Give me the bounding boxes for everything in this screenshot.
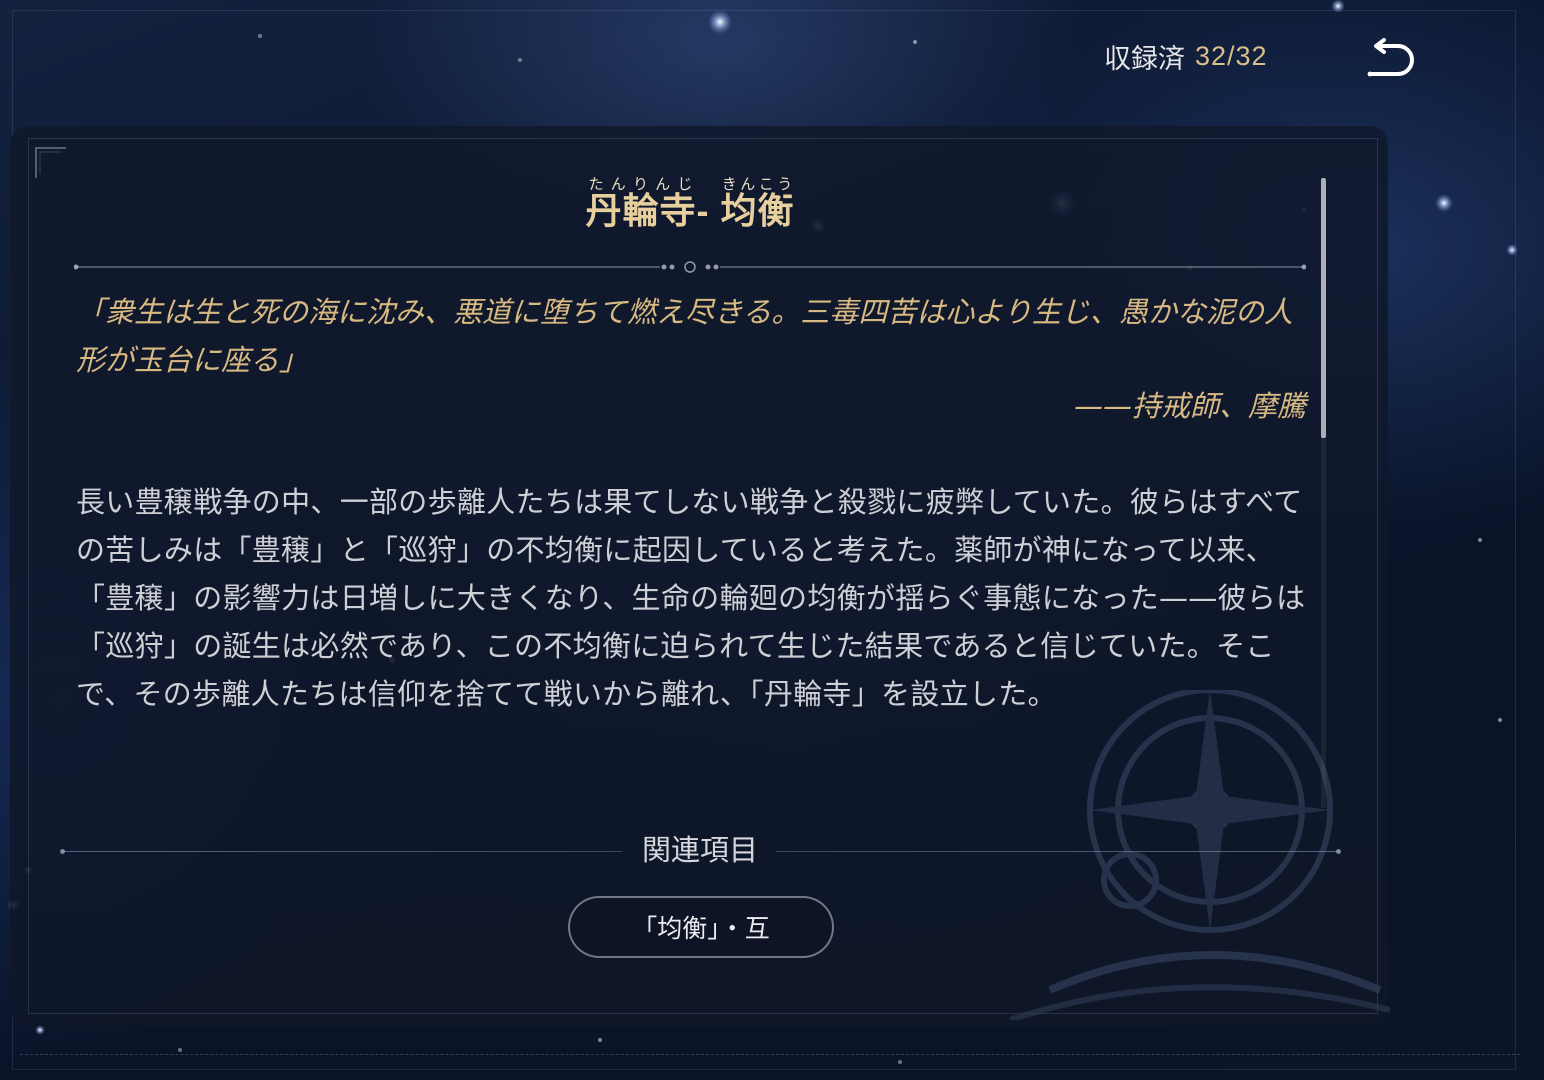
entry-title: 丹輪寺たんりんじ- 均衡きんこう	[440, 176, 940, 246]
related-divider-dot-left	[60, 849, 65, 854]
related-item-label: 「均衡」・互	[632, 915, 770, 943]
title-divider	[74, 261, 1306, 273]
title-separator: -	[696, 190, 721, 231]
bottom-dashed-divider	[20, 1054, 1520, 1056]
title-part1: 丹輪寺たんりんじ	[585, 176, 697, 231]
entry-quote: 「衆生は生と死の海に沈み、悪道に堕ちて燃え尽きる。三毒四苦は心より生じ、愚かな泥…	[76, 295, 1293, 377]
related-divider-left	[62, 851, 622, 852]
related-divider-right	[776, 851, 1340, 852]
title-part1-ruby: たんりんじ	[585, 176, 697, 193]
scrollbar-thumb[interactable]	[1321, 178, 1326, 438]
collected-count: 32/32	[1195, 40, 1268, 71]
related-item-button[interactable]: 「均衡」・互	[568, 896, 834, 958]
collection-progress: 収録済 32/32	[1104, 36, 1268, 76]
collected-label: 収録済	[1104, 43, 1185, 74]
quote-attribution: ——持戒師、摩騰	[1073, 389, 1306, 423]
title-part2-ruby: きんこう	[720, 176, 795, 193]
back-button[interactable]	[1360, 26, 1422, 86]
title-part2: 均衡きんこう	[720, 176, 795, 231]
entry-description: 長い豊穣戦争の中、一部の歩離人たちは果てしない戦争と殺戮に疲弊していた。彼らはす…	[76, 485, 1306, 711]
related-heading: 関連項目	[641, 835, 758, 867]
compass-emblem-decoration	[1010, 690, 1390, 1020]
related-divider-dot-right	[1336, 849, 1341, 854]
corner-ornament	[35, 147, 66, 178]
back-arrow-icon	[1367, 38, 1414, 77]
